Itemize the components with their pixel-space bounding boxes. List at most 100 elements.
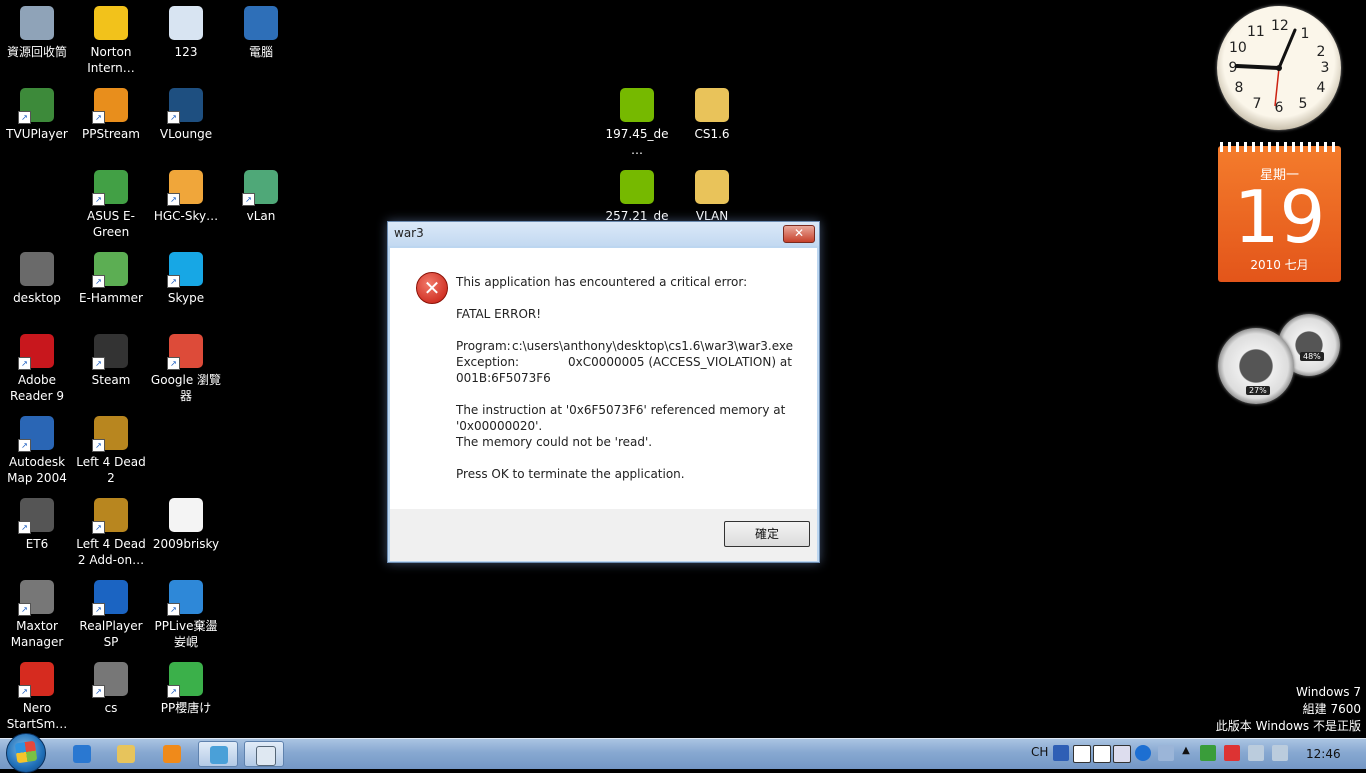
calendar-file-shortcut[interactable]: 123 [149, 0, 223, 60]
window-icon [256, 746, 276, 766]
icon-label: Norton Intern… [87, 45, 135, 75]
network-tray-icon[interactable] [1248, 745, 1264, 761]
steam-shortcut[interactable]: ↗ Steam [74, 328, 148, 388]
windows-logo-icon [14, 740, 38, 764]
left4dead2-icon: ↗ [92, 416, 128, 452]
cpu-percent: 27% [1246, 386, 1270, 395]
input-method-icon[interactable] [1053, 745, 1069, 761]
icon-label: E-Hammer [79, 291, 143, 305]
realplayer-shortcut[interactable]: ↗ RealPlayer SP [74, 574, 148, 650]
cs-shortcut[interactable]: ↗ cs [74, 656, 148, 716]
close-icon: ✕ [793, 226, 805, 240]
show-hidden-icons-icon[interactable]: ▲ [1178, 745, 1194, 761]
clock-gadget[interactable]: 12 1 2 3 4 5 6 7 8 9 10 11 [1217, 6, 1341, 130]
nero-shortcut[interactable]: ↗ Nero StartSm… [0, 656, 74, 732]
close-button[interactable]: ✕ [783, 225, 815, 243]
pplive-shortcut[interactable]: ↗ PPLive棄盪妛峴 [149, 574, 223, 650]
dialog-body: ✕ This application has encountered a cri… [390, 248, 817, 509]
hgc-sky-shortcut[interactable]: ↗ HGC-Sky… [149, 164, 223, 224]
calendar-rings [1220, 142, 1339, 152]
skype-shortcut[interactable]: ↗ Skype [149, 246, 223, 306]
exception-address: 001B:6F5073F6 [456, 371, 551, 385]
norton-icon [94, 6, 128, 40]
watermark-line: 此版本 Windows 不是正版 [1215, 719, 1361, 733]
vlan-shortcut[interactable]: ↗ vLan [224, 164, 298, 224]
program-value: c:\users\anthony\desktop\cs1.6\war3\war3… [512, 339, 794, 353]
dialog-footer: 確定 [390, 509, 817, 561]
media-player-taskbar-button[interactable] [152, 741, 192, 767]
start-button[interactable] [6, 733, 46, 773]
error-dialog: war3 ✕ ✕ This application has encountere… [387, 221, 820, 563]
norton-shortcut[interactable]: Norton Intern… [74, 0, 148, 76]
explorer-taskbar-button[interactable] [106, 741, 146, 767]
brisky-file-shortcut[interactable]: 2009brisky [149, 492, 223, 552]
icon-label: ET6 [25, 537, 49, 551]
left4dead2-shortcut[interactable]: ↗ Left 4 Dead 2 [74, 410, 148, 486]
ime-options-icon[interactable] [1158, 745, 1174, 761]
icon-label: PP櫻唐け [160, 701, 212, 715]
fatal-text: FATAL ERROR! [456, 307, 542, 321]
desktop-shortcut[interactable]: desktop [0, 246, 74, 306]
icon-label: VLounge [159, 127, 213, 141]
tvuplayer-icon: ↗ [18, 88, 54, 124]
exception-label: Exception: [456, 355, 520, 369]
memory-percent: 48% [1300, 352, 1324, 361]
adobe-reader-icon: ↗ [18, 334, 54, 370]
taskbar-clock[interactable]: 12:46 [1306, 747, 1341, 761]
watermark-line: 組建 7600 [1302, 702, 1361, 716]
chrome-shortcut[interactable]: ↗ Google 瀏覽器 [149, 328, 223, 404]
tvuplayer-shortcut[interactable]: ↗ TVUPlayer [0, 82, 74, 142]
desktop-icon [20, 252, 54, 286]
ie-taskbar-button[interactable] [62, 741, 102, 767]
maxtor-shortcut[interactable]: ↗ Maxtor Manager [0, 574, 74, 650]
recycle-bin-shortcut[interactable]: 資源回收筒 [0, 0, 74, 60]
pp-icon: ↗ [167, 662, 203, 698]
icon-label: cs [104, 701, 118, 715]
left4dead2-addon-shortcut[interactable]: ↗ Left 4 Dead 2 Add-on… [74, 492, 148, 568]
press-ok-text: Press OK to terminate the application. [456, 467, 685, 481]
adobe-reader-shortcut[interactable]: ↗ Adobe Reader 9 [0, 328, 74, 404]
calendar-gadget[interactable]: 星期一 19 2010 七月 [1218, 142, 1341, 282]
computer-shortcut[interactable]: 電腦 [224, 0, 298, 60]
punctuation-icon[interactable] [1093, 745, 1111, 763]
skype-icon: ↗ [167, 252, 203, 288]
icon-label: 資源回收筒 [6, 45, 67, 59]
e-hammer-shortcut[interactable]: ↗ E-Hammer [74, 246, 148, 306]
icon-label: vLan [246, 209, 276, 223]
cs16-folder[interactable]: CS1.6 [675, 82, 749, 142]
pplive-icon: ↗ [167, 580, 203, 616]
ppstream-shortcut[interactable]: ↗ PPStream [74, 82, 148, 142]
vlan-folder[interactable]: VLAN [675, 164, 749, 224]
instruction-text: The instruction at '0x6F5073F6' referenc… [456, 403, 786, 417]
security-icon[interactable] [1200, 745, 1216, 761]
help-icon[interactable] [1135, 745, 1151, 761]
realplayer-icon: ↗ [92, 580, 128, 616]
autodesk-shortcut[interactable]: ↗ Autodesk Map 2004 [0, 410, 74, 486]
volume-icon[interactable] [1272, 745, 1288, 761]
nvidia-driver-197-shortcut[interactable]: 197.45_de… [600, 82, 674, 158]
instruction-text: '0x00000020'. [456, 419, 543, 433]
language-indicator[interactable]: CH [1031, 745, 1048, 759]
soft-keyboard-icon[interactable] [1113, 745, 1131, 763]
brisky-file-icon [169, 498, 203, 532]
et6-shortcut[interactable]: ↗ ET6 [0, 492, 74, 552]
pp-shortcut[interactable]: ↗ PP櫻唐け [149, 656, 223, 716]
vlan-icon: ↗ [242, 170, 278, 206]
dialog-titlebar[interactable]: war3 ✕ [388, 222, 819, 246]
action-center-icon[interactable] [1224, 745, 1240, 761]
cpu-meter-gadget[interactable]: 27% [1218, 328, 1294, 404]
network-taskbar-button[interactable] [198, 741, 238, 767]
left4dead2-addon-icon: ↗ [92, 498, 128, 534]
vlounge-shortcut[interactable]: ↗ VLounge [149, 82, 223, 142]
nvidia-driver-257-icon [620, 170, 654, 204]
icon-label: ASUS E-Green [87, 209, 135, 239]
calendar-day: 19 [1233, 175, 1326, 259]
icon-label: PPStream [82, 127, 140, 141]
asus-egreen-shortcut[interactable]: ↗ ASUS E-Green [74, 164, 148, 240]
war3-taskbar-button[interactable] [244, 741, 284, 767]
intro-text: This application has encountered a criti… [456, 275, 748, 289]
font-width-icon[interactable] [1073, 745, 1091, 763]
ok-button[interactable]: 確定 [724, 521, 810, 547]
icon-label: Steam [91, 373, 131, 387]
cs16-folder-icon [695, 88, 729, 122]
